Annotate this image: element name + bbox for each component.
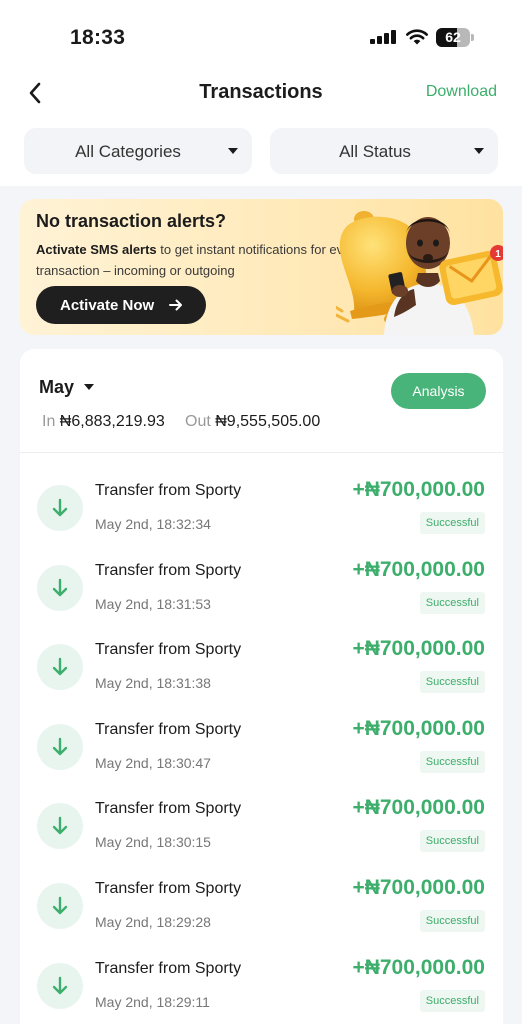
category-filter-label: All Categories	[75, 142, 181, 161]
battery-level: 62	[445, 29, 461, 45]
analysis-button[interactable]: Analysis	[391, 373, 486, 409]
download-button[interactable]: Download	[426, 83, 497, 101]
header-area: 18:33 62 Transactions Download All Categ…	[0, 0, 522, 186]
caret-down-icon	[474, 148, 484, 154]
envelope-badge-count: 1	[495, 249, 501, 260]
transaction-time: May 2nd, 18:31:38	[95, 675, 211, 692]
caret-down-icon	[228, 148, 238, 154]
transaction-amount: +₦700,000.00	[352, 478, 485, 501]
transaction-row[interactable]: Transfer from Sporty May 2nd, 18:32:34 +₦7…	[20, 477, 503, 557]
transaction-amount: +₦700,000.00	[352, 637, 485, 661]
transaction-row[interactable]: Transfer from Sporty May 2nd, 18:29:28 +₦7…	[20, 875, 503, 955]
status-badge: Successful	[419, 830, 485, 853]
status-badge: Successful	[419, 750, 485, 773]
transaction-time: May 2nd, 18:30:15	[95, 834, 211, 851]
money-in-summary: In ₦6,883,219.93	[42, 413, 165, 431]
out-value: ₦9,555,505.00	[215, 413, 321, 430]
arrow-down-icon	[37, 485, 83, 531]
transaction-name: Transfer from Sporty	[95, 561, 242, 579]
activate-now-label: Activate Now	[60, 297, 155, 314]
in-label: In	[42, 413, 56, 430]
transaction-name: Transfer from Sporty	[95, 720, 242, 738]
arrow-down-icon	[37, 803, 83, 850]
status-badge: Successful	[419, 591, 485, 614]
cellular-signal-icon	[370, 30, 398, 44]
arrow-down-icon	[37, 723, 83, 770]
transaction-row[interactable]: Transfer from Sporty May 2nd, 18:31:53 +₦7…	[20, 557, 503, 637]
money-out-summary: Out ₦9,555,505.00	[185, 413, 320, 431]
status-filter-dropdown[interactable]: All Status	[270, 128, 498, 174]
transaction-amount: +₦700,000.00	[352, 557, 485, 581]
status-filter-label: All Status	[339, 142, 411, 161]
transaction-time: May 2nd, 18:32:34	[95, 516, 211, 532]
transaction-row[interactable]: Transfer from Sporty May 2nd, 18:31:38 +₦7…	[20, 636, 503, 716]
status-badge: Successful	[419, 989, 485, 1012]
transaction-row[interactable]: Transfer from Sporty May 2nd, 18:30:47 +₦7…	[20, 716, 503, 796]
transaction-name: Transfer from Sporty	[95, 959, 242, 977]
transaction-row[interactable]: Transfer from Sporty May 2nd, 18:30:15 +₦7…	[20, 795, 503, 875]
transaction-name: Transfer from Sporty	[95, 482, 242, 499]
divider	[20, 452, 503, 453]
status-badge: Successful	[419, 671, 485, 694]
banner-title: No transaction alerts?	[36, 211, 227, 231]
activate-now-button[interactable]: Activate Now	[36, 286, 206, 324]
wifi-icon	[406, 29, 428, 45]
arrow-right-icon	[169, 299, 182, 311]
status-badge: Successful	[419, 910, 485, 932]
envelope-notification-icon: 1	[439, 245, 503, 306]
transaction-amount: +₦700,000.00	[352, 796, 485, 820]
battery-icon: 62	[436, 28, 474, 47]
transaction-amount: +₦700,000.00	[352, 716, 485, 740]
nav-bar: Transactions Download	[0, 72, 522, 114]
transaction-amount: +₦700,000.00	[352, 876, 485, 899]
transaction-name: Transfer from Sporty	[95, 880, 242, 897]
transaction-time: May 2nd, 18:29:11	[95, 993, 210, 1010]
arrow-down-icon	[37, 564, 83, 611]
status-bar: 18:33 62	[0, 24, 522, 54]
out-label: Out	[185, 413, 211, 430]
transactions-card: May In ₦6,883,219.93 Out ₦9,555,505.00 A…	[20, 349, 503, 1024]
arrow-down-icon	[37, 883, 83, 929]
status-badge: Successful	[419, 512, 485, 534]
transaction-time: May 2nd, 18:29:28	[95, 914, 211, 930]
arrow-down-icon	[37, 962, 83, 1009]
transaction-name: Transfer from Sporty	[95, 800, 242, 818]
transaction-name: Transfer from Sporty	[95, 641, 242, 659]
caret-down-icon[interactable]	[84, 384, 94, 390]
arrow-down-icon	[37, 644, 83, 691]
banner-text-bold: Activate SMS alerts	[36, 242, 157, 257]
transaction-time: May 2nd, 18:31:53	[95, 595, 211, 612]
status-time: 18:33	[70, 26, 126, 49]
category-filter-dropdown[interactable]: All Categories	[24, 128, 252, 174]
transaction-row[interactable]: Transfer from Sporty May 2nd, 18:29:11 +₦7…	[20, 955, 503, 1024]
transaction-time: May 2nd, 18:30:47	[95, 754, 211, 771]
sms-alert-banner[interactable]: No transaction alerts? Activate SMS aler…	[20, 199, 503, 335]
transaction-amount: +₦700,000.00	[352, 955, 485, 979]
month-selector[interactable]: May	[39, 377, 74, 398]
in-value: ₦6,883,219.93	[59, 413, 165, 430]
